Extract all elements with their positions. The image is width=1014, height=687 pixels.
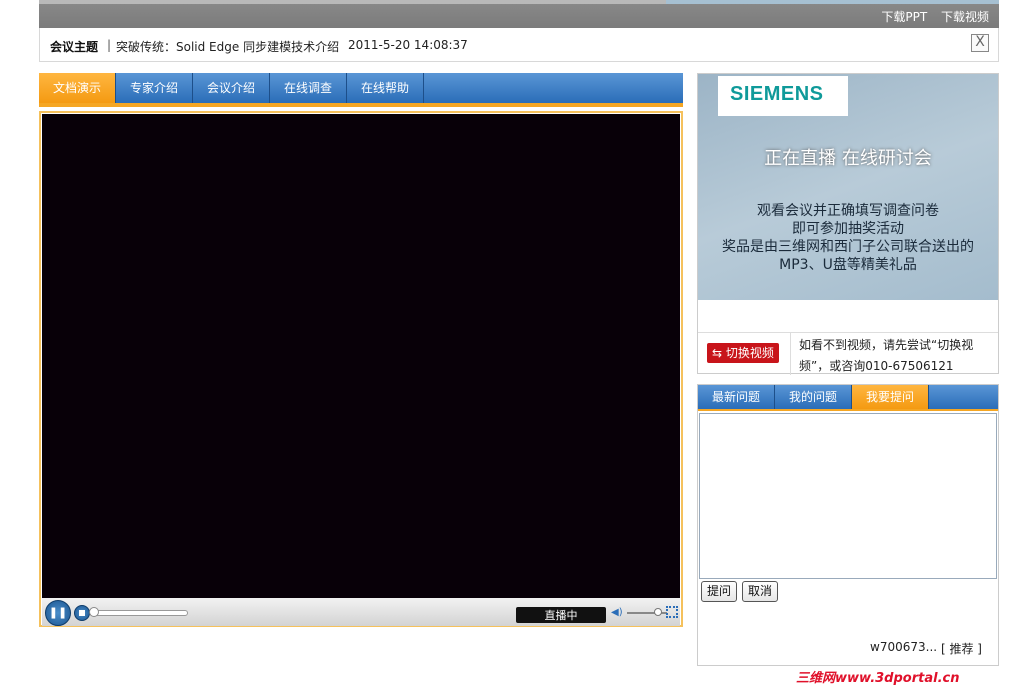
- sponsor-ad-image[interactable]: SIEMENS 正在直播 在线研讨会 观看会议并正确填写调查问卷 即可参加抽奖活…: [698, 74, 998, 300]
- siemens-logo-box: SIEMENS: [718, 76, 848, 116]
- ad-body: 观看会议并正确填写调查问卷 即可参加抽奖活动 奖品是由三维网和西门子公司联合送出…: [698, 202, 998, 274]
- question-input[interactable]: [699, 413, 997, 579]
- banner-image-left: [39, 0, 666, 4]
- top-banner: 下载PPT 下载视频: [39, 0, 999, 28]
- ad-line-3: 奖品是由三维网和西门子公司联合送出的: [722, 239, 974, 255]
- ad-line-1: 观看会议并正确填写调查问卷: [757, 203, 939, 219]
- divider: [790, 333, 791, 375]
- banner-image-right: [666, 0, 999, 4]
- speaker-icon[interactable]: ◀): [611, 607, 623, 618]
- sponsor-panel: SIEMENS 正在直播 在线研讨会 观看会议并正确填写调查问卷 即可参加抽奖活…: [697, 73, 999, 375]
- switch-video-note: 如看不到视频，请先尝试“切换视频”，或咨询010-67506121: [799, 338, 974, 373]
- top-links: 下载PPT 下载视频: [871, 8, 989, 25]
- tab-ask-question[interactable]: 我要提问: [852, 385, 929, 409]
- cancel-button[interactable]: 取消: [742, 581, 779, 602]
- ad-line-2: 即可参加抽奖活动: [792, 221, 904, 237]
- download-video-link[interactable]: 下载视频: [941, 10, 989, 24]
- switch-video-label: 切换视频: [725, 346, 774, 360]
- fullscreen-icon[interactable]: [666, 606, 678, 618]
- close-icon[interactable]: X: [971, 34, 989, 52]
- tab-online-help[interactable]: 在线帮助: [347, 73, 424, 103]
- switch-icon: ⇆: [712, 346, 726, 360]
- seek-handle[interactable]: [89, 607, 99, 617]
- question-tabs: 最新问题 我的问题 我要提问: [698, 385, 998, 411]
- username: w700673...: [870, 640, 938, 654]
- tab-meeting-intro[interactable]: 会议介绍: [193, 73, 270, 103]
- ask-button[interactable]: 提问: [701, 581, 738, 602]
- siemens-logo: SIEMENS: [730, 83, 824, 105]
- stop-icon[interactable]: [74, 605, 90, 621]
- tab-online-survey[interactable]: 在线调查: [270, 73, 347, 103]
- tab-document-presentation[interactable]: 文档演示: [39, 73, 116, 103]
- pause-icon[interactable]: ❚❚: [45, 600, 71, 626]
- tab-my-questions[interactable]: 我的问题: [775, 385, 852, 409]
- recommend-link[interactable]: [ 推荐 ]: [941, 640, 982, 657]
- player-controls: ❚❚ 直播中 ◀): [42, 598, 680, 626]
- main-tabs: 文档演示 专家介绍 会议介绍 在线调查 在线帮助: [39, 73, 683, 107]
- topic-label: 会议主题: [50, 40, 99, 54]
- tab-expert-intro[interactable]: 专家介绍: [116, 73, 193, 103]
- meeting-topic-bar: 会议主题 | 突破传统：Solid Edge 同步建模技术介绍 2011-5-2…: [39, 28, 999, 62]
- topic-title: 突破传统：Solid Edge 同步建模技术介绍: [116, 40, 340, 54]
- seek-bar[interactable]: [92, 610, 188, 616]
- live-status-label: 直播中: [516, 607, 606, 623]
- tab-latest-questions[interactable]: 最新问题: [698, 385, 775, 409]
- ad-headline: 正在直播 在线研讨会: [764, 148, 932, 169]
- topic-separator: |: [107, 38, 112, 52]
- site-watermark: 三维网www.3dportal.cn: [796, 671, 960, 686]
- ad-line-4: MP3、U盘等精美礼品: [779, 257, 917, 273]
- volume-handle[interactable]: [654, 608, 662, 616]
- download-ppt-link[interactable]: 下载PPT: [881, 10, 927, 24]
- switch-video-row: ⇆ 切换视频 如看不到视频，请先尝试“切换视频”，或咨询010-67506121: [698, 332, 998, 375]
- video-player: ❚❚ 直播中 ◀): [39, 111, 683, 627]
- topic-datetime: 2011-5-20 14:08:37: [348, 38, 468, 52]
- video-area[interactable]: [42, 114, 680, 598]
- switch-video-button[interactable]: ⇆ 切换视频: [707, 343, 779, 363]
- questions-panel: 最新问题 我的问题 我要提问 提问 取消 w700673... [ 推荐 ]: [697, 384, 999, 666]
